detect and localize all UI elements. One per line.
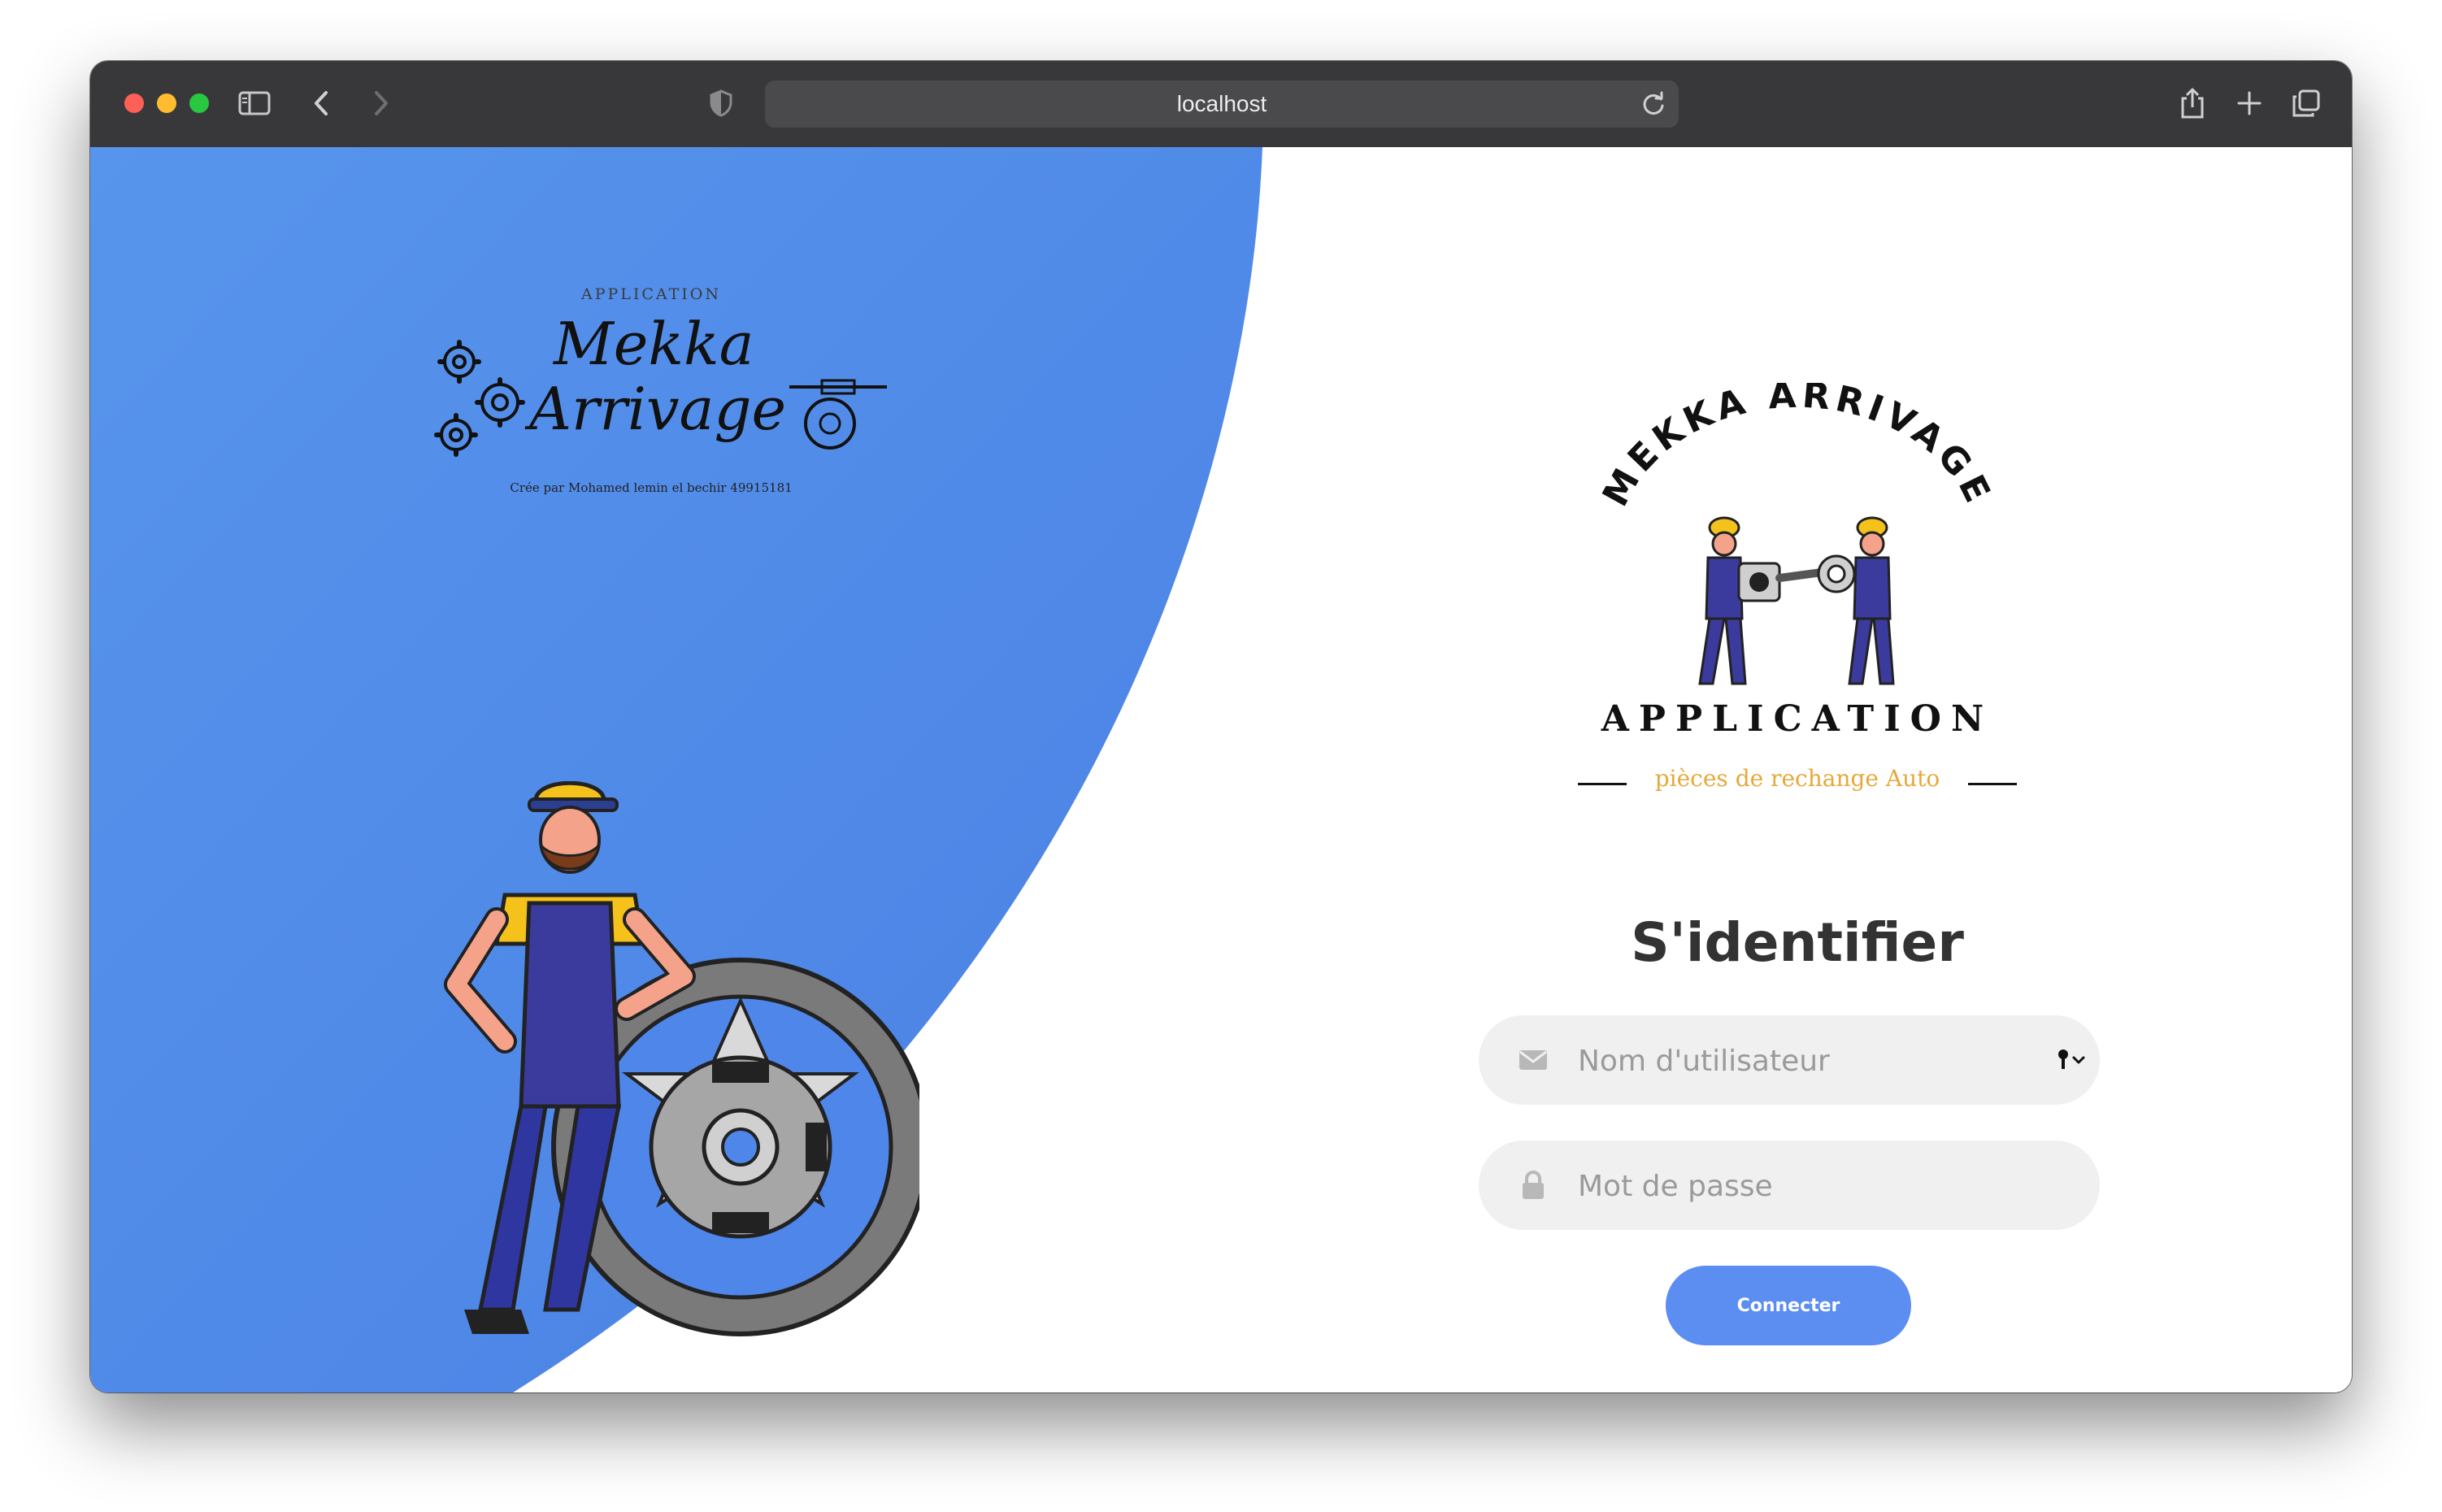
svg-text:MEKKA ARRIVAGE: MEKKA ARRIVAGE bbox=[1595, 383, 2001, 513]
password-field[interactable] bbox=[1479, 1141, 2100, 1230]
left-brand-logo: APPLICATION Mekka Arrivage Crée par Moha… bbox=[432, 285, 895, 521]
mechanic-illustration bbox=[444, 781, 919, 1336]
tab-overview-icon[interactable] bbox=[2285, 82, 2327, 124]
logo-credit-text: Crée par Mohamed lemin el bechir 4991518… bbox=[510, 480, 793, 495]
back-icon[interactable] bbox=[300, 82, 342, 124]
logo-brand-line2: Arrivage bbox=[529, 375, 787, 443]
right-brand-logo: MEKKA ARRIVAGE APPLICATION pièces de rec… bbox=[1570, 383, 2025, 792]
address-bar[interactable]: localhost bbox=[765, 80, 1679, 128]
gears-icon bbox=[434, 340, 525, 457]
connect-button[interactable]: Connecter bbox=[1666, 1266, 1911, 1345]
minimize-window-button[interactable] bbox=[157, 93, 176, 113]
wrench-gear-icon bbox=[789, 379, 887, 450]
share-icon[interactable] bbox=[2171, 82, 2214, 124]
reload-icon[interactable] bbox=[1640, 90, 1667, 118]
password-autofill-key-icon[interactable] bbox=[2056, 1048, 2088, 1072]
page-content: APPLICATION Mekka Arrivage Crée par Moha… bbox=[90, 147, 2352, 1393]
username-input[interactable] bbox=[1576, 1032, 2035, 1090]
browser-window: localhost APPLICATION Mekka Arrivage Cré… bbox=[90, 61, 2352, 1393]
sidebar-toggle-icon[interactable] bbox=[233, 82, 276, 124]
close-window-button[interactable] bbox=[124, 93, 144, 113]
lock-icon bbox=[1523, 1171, 1544, 1199]
username-field[interactable] bbox=[1479, 1015, 2100, 1105]
mechanics-carrying-part-icon: MEKKA ARRIVAGE bbox=[1595, 383, 2001, 685]
url-text: localhost bbox=[1176, 91, 1267, 116]
browser-toolbar: localhost bbox=[90, 61, 2352, 149]
privacy-shield-icon[interactable] bbox=[700, 82, 742, 124]
logo-arc-text: MEKKA ARRIVAGE bbox=[1595, 383, 1996, 513]
envelope-icon bbox=[1519, 1050, 1547, 1070]
logo-app-label: APPLICATION bbox=[580, 285, 721, 303]
subtitle-right-rule bbox=[1968, 783, 2017, 785]
login-title: S'identifier bbox=[1631, 911, 1964, 974]
new-tab-icon[interactable] bbox=[2228, 82, 2270, 124]
right-logo-subtitle: pièces de rechange Auto bbox=[1654, 765, 1940, 792]
forward-icon[interactable] bbox=[360, 82, 402, 124]
logo-brand-line1: Mekka bbox=[554, 310, 754, 378]
right-logo-title: APPLICATION bbox=[1601, 698, 1994, 740]
maximize-window-button[interactable] bbox=[189, 93, 209, 113]
password-input[interactable] bbox=[1576, 1157, 2035, 1215]
